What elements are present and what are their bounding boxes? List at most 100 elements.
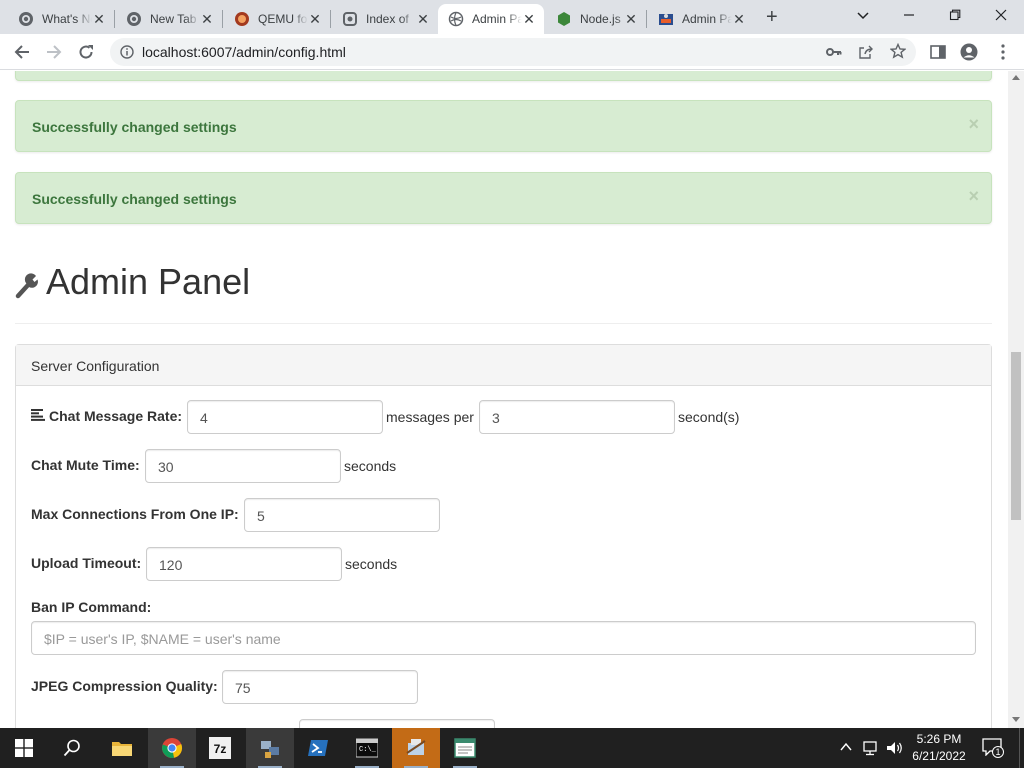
qemu-icon xyxy=(235,12,249,26)
tab-new-tab[interactable]: New Tab ✕ xyxy=(116,4,222,34)
side-panel-icon[interactable] xyxy=(929,43,947,61)
upload-timeout-input[interactable]: 120 xyxy=(146,547,342,581)
notification-count-badge: 1 xyxy=(992,746,1004,758)
ban-ip-command-input[interactable]: $IP = user's IP, $NAME = user's name xyxy=(31,621,976,655)
tab-admin-panel-2[interactable]: Admin Panel ✕ xyxy=(648,4,754,34)
minimize-icon[interactable] xyxy=(886,4,932,28)
file-explorer-icon xyxy=(112,742,132,756)
close-tab-icon[interactable]: ✕ xyxy=(624,12,638,26)
tab-nodejs[interactable]: Node.js ✕ xyxy=(546,4,646,34)
close-window-icon[interactable] xyxy=(978,4,1024,28)
bookmark-star-icon[interactable] xyxy=(890,43,906,59)
taskbar-app-terminal[interactable]: C:\_ xyxy=(343,728,391,768)
svg-text:7z: 7z xyxy=(214,742,227,756)
browser-menu-icon[interactable] xyxy=(994,43,1012,61)
search-button[interactable] xyxy=(48,728,96,768)
chrome-icon xyxy=(162,738,183,758)
system-clock[interactable]: 5:26 PM 6/21/2022 xyxy=(900,731,978,765)
start-button[interactable] xyxy=(0,728,48,768)
taskbar-app-network[interactable] xyxy=(246,728,294,768)
chat-rate-suffix: second(s) xyxy=(678,409,740,425)
upload-timeout-label: Upload Timeout: xyxy=(31,555,142,571)
restore-icon[interactable] xyxy=(932,4,978,28)
chat-mute-input[interactable]: 30 xyxy=(145,449,341,483)
new-tab-button[interactable]: + xyxy=(766,7,778,27)
scroll-up-arrow-icon[interactable] xyxy=(1012,75,1020,80)
wrench-icon xyxy=(15,273,38,299)
alert-message: Successfully changed settings xyxy=(32,191,237,207)
key-icon[interactable] xyxy=(826,45,842,59)
tab-divider xyxy=(330,10,331,28)
tab-whats-new[interactable]: What's New ✕ xyxy=(8,4,114,34)
tab-strip: What's New ✕ New Tab ✕ QEMU for Windows … xyxy=(0,0,1024,34)
tab-divider xyxy=(114,10,115,28)
tab-admin-panel-active[interactable]: Admin Panel ✕ xyxy=(438,4,544,34)
chat-rate-seconds-input[interactable]: 3 xyxy=(479,400,675,434)
close-tab-icon[interactable]: ✕ xyxy=(308,12,322,26)
globe-icon xyxy=(448,11,464,27)
cfg-icon xyxy=(659,14,673,25)
address-bar[interactable]: localhost:6007/admin/config.html xyxy=(110,38,916,66)
page-title: Admin Panel xyxy=(46,261,251,302)
scrollbar-thumb[interactable] xyxy=(1011,352,1021,520)
github-icon xyxy=(127,12,141,26)
network-app-icon xyxy=(261,741,279,758)
tab-index-of[interactable]: Index of ✕ xyxy=(332,4,438,34)
taskbar-app-qemu[interactable] xyxy=(392,728,440,768)
jpeg-quality-label: JPEG Compression Quality: xyxy=(31,678,218,694)
close-icon[interactable]: × xyxy=(968,115,979,133)
panel-heading: Server Configuration xyxy=(16,345,991,386)
chevron-up-icon[interactable] xyxy=(840,742,852,752)
next-setting-input[interactable] xyxy=(299,719,495,728)
browser-toolbar: localhost:6007/admin/config.html xyxy=(0,34,1024,70)
scroll-down-arrow-icon[interactable] xyxy=(1012,717,1020,722)
close-icon[interactable]: × xyxy=(968,187,979,205)
profile-avatar-icon[interactable] xyxy=(960,43,978,61)
notification-center-button[interactable]: 1 xyxy=(982,738,1004,758)
chat-rate-label: Chat Message Rate: xyxy=(49,408,183,424)
chat-rate-count-input[interactable]: 4 xyxy=(187,400,383,434)
success-alert: Successfully changed settings × xyxy=(15,172,992,224)
forward-arrow-icon[interactable] xyxy=(42,40,66,64)
page-viewport: Successfully changed settings × Successf… xyxy=(0,71,1008,728)
nodejs-icon xyxy=(558,12,570,26)
svg-text:C:\_: C:\_ xyxy=(359,746,377,754)
taskbar-app-powershell[interactable] xyxy=(294,728,342,768)
chat-mute-label: Chat Mute Time: xyxy=(31,457,140,473)
show-desktop-button[interactable] xyxy=(1019,728,1024,768)
close-tab-icon[interactable]: ✕ xyxy=(416,12,430,26)
notepad-icon xyxy=(454,738,476,758)
taskbar-app-7zip[interactable]: 7z xyxy=(196,728,244,768)
close-tab-icon[interactable]: ✕ xyxy=(522,12,536,26)
network-icon[interactable] xyxy=(862,740,880,756)
tab-divider xyxy=(646,10,647,28)
powershell-icon xyxy=(308,740,328,756)
page-scrollbar[interactable] xyxy=(1008,71,1024,728)
jpeg-quality-input[interactable]: 75 xyxy=(222,670,418,704)
taskbar-app-chrome[interactable] xyxy=(148,728,196,768)
tab-title: Node.js xyxy=(580,12,621,26)
share-icon[interactable] xyxy=(858,44,874,60)
back-arrow-icon[interactable] xyxy=(10,40,34,64)
taskbar-app-notepad[interactable] xyxy=(441,728,489,768)
close-tab-icon[interactable]: ✕ xyxy=(732,12,746,26)
close-tab-icon[interactable]: ✕ xyxy=(92,12,106,26)
reload-icon[interactable] xyxy=(74,40,98,64)
index-icon xyxy=(343,12,357,26)
github-icon xyxy=(19,12,33,26)
tab-title: What's New xyxy=(42,12,92,26)
clock-time: 5:26 PM xyxy=(916,732,962,746)
max-connections-input[interactable]: 5 xyxy=(244,498,440,532)
taskbar-app-explorer[interactable] xyxy=(98,728,146,768)
tab-title: Admin Panel xyxy=(682,12,732,26)
alert-partial xyxy=(15,71,992,81)
terminal-icon: C:\_ xyxy=(356,738,378,758)
tab-qemu[interactable]: QEMU for Windows ✕ xyxy=(224,4,330,34)
tab-search-icon[interactable] xyxy=(840,4,886,28)
tab-divider xyxy=(222,10,223,28)
server-config-panel: Server Configuration Chat Message Rate: … xyxy=(15,344,992,728)
tab-title: New Tab xyxy=(150,12,197,26)
site-info-icon[interactable] xyxy=(120,45,134,59)
windows-logo-icon xyxy=(15,739,33,757)
close-tab-icon[interactable]: ✕ xyxy=(200,12,214,26)
